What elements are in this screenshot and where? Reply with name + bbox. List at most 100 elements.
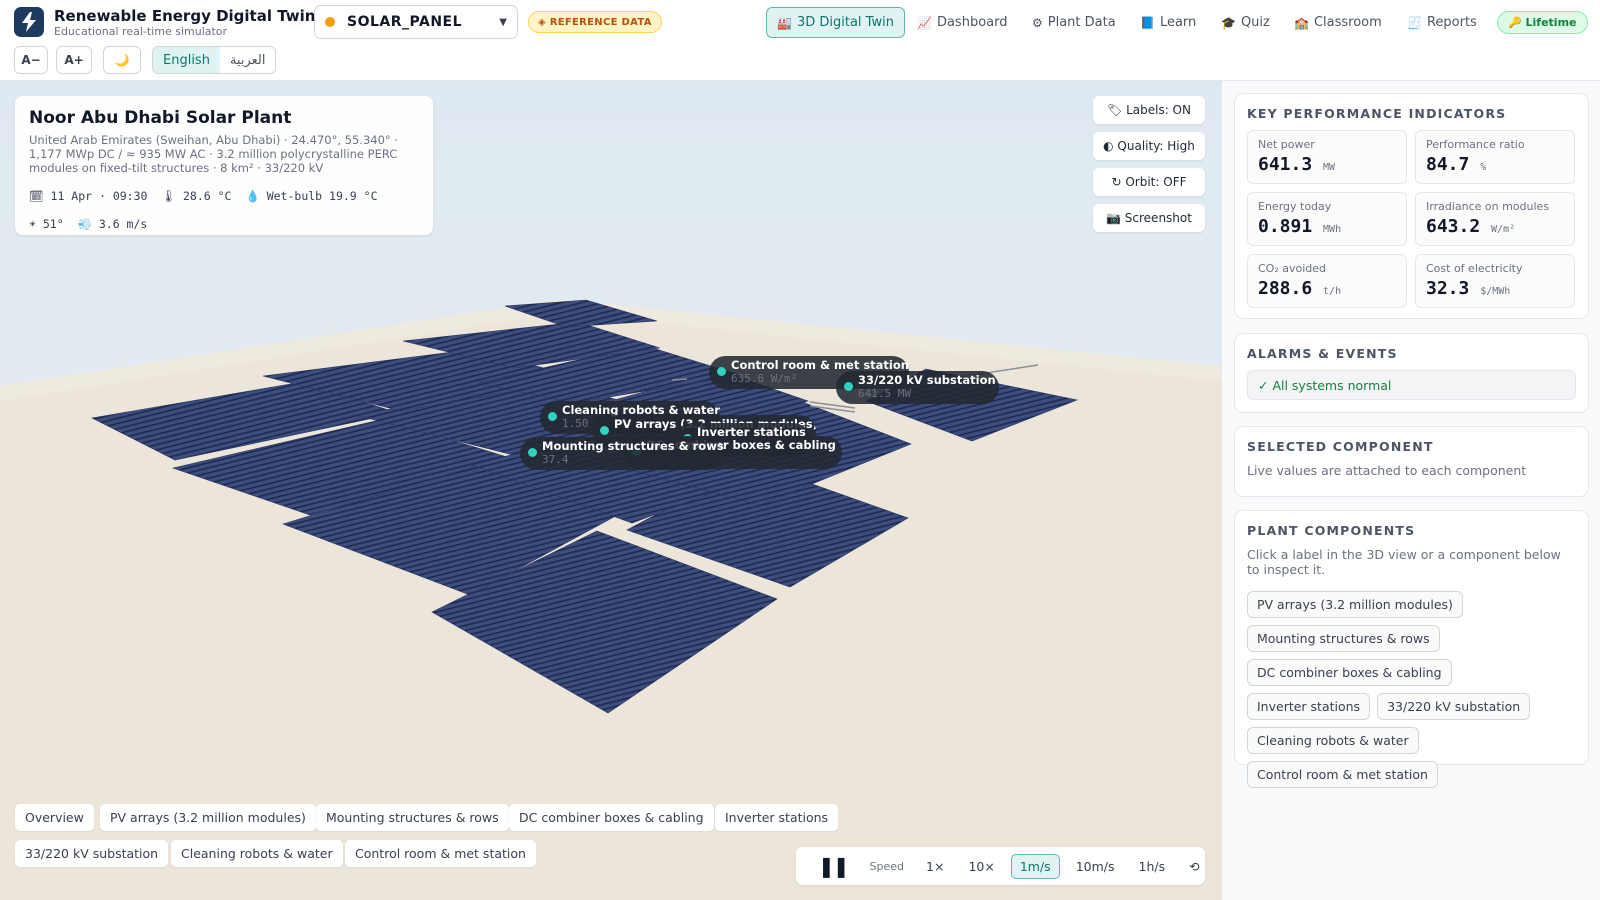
alarms-status: ✓ All systems normal (1247, 370, 1576, 400)
kpi-label: Energy today (1258, 200, 1332, 213)
nav-label: Quiz (1240, 15, 1270, 30)
chip-mounting-structures[interactable]: Mounting structures & rows (316, 804, 509, 831)
tag-mounting-structures[interactable]: Mounting structures & rows 37.4 (520, 437, 724, 470)
kpi-unit: $/MWh (1480, 286, 1511, 297)
kpi-title: KEY PERFORMANCE INDICATORS (1247, 106, 1507, 121)
speed-10x-button[interactable]: 10× (968, 859, 994, 874)
nav-quiz[interactable]: 🎓 Quiz (1221, 7, 1270, 38)
reference-data-badge: ◈ REFERENCE DATA (528, 11, 662, 33)
font-decrease-button[interactable]: A− (14, 46, 48, 74)
nav-dashboard[interactable]: 📈 Dashboard (917, 7, 1007, 38)
chip-control-room[interactable]: Control room & met station (345, 840, 536, 867)
kpi-label: Irradiance on modules (1426, 200, 1550, 213)
gear-icon: ⚙ (1032, 15, 1043, 30)
nav-learn[interactable]: 📘 Learn (1140, 7, 1196, 38)
tag-value: 641.5 MW (858, 387, 911, 400)
kpi-unit: W/m² (1491, 224, 1516, 235)
speed-10m-per-s-button[interactable]: 10m/s (1076, 859, 1115, 874)
chip-pv-arrays[interactable]: PV arrays (3.2 million modules) (100, 804, 316, 831)
simulation-time-controls: ❚❚ Speed 1× 10× 1m/s 10m/s 1h/s ⟲ (796, 847, 1205, 885)
sun-angle: ☀ 51° (29, 217, 64, 231)
chip-overview[interactable]: Overview (15, 804, 94, 831)
selected-component-text: Live values are attached to each compone… (1247, 463, 1527, 478)
component-substation[interactable]: 33/220 kV substation (1377, 693, 1531, 720)
dark-mode-toggle[interactable]: 🌙 (103, 46, 141, 74)
speed-label: Speed (869, 859, 904, 873)
kpi-unit: MWh (1323, 224, 1342, 235)
tag-dot-icon (528, 448, 537, 457)
chip-substation[interactable]: 33/220 kV substation (15, 840, 169, 867)
kpi-label: Cost of electricity (1426, 262, 1523, 275)
chip-cleaning-robots[interactable]: Cleaning robots & water (171, 840, 343, 867)
screenshot-button[interactable]: 📷 Screenshot (1093, 204, 1205, 232)
kpi-cost-of-electricity: Cost of electricity 32.3 $/MWh (1415, 254, 1575, 308)
speed-1m-per-s-button[interactable]: 1m/s (1010, 853, 1060, 879)
font-increase-button[interactable]: A+ (56, 46, 92, 74)
kpi-value: 0.891 (1258, 216, 1313, 237)
kpi-label: Performance ratio (1426, 138, 1525, 151)
bolt-logo-icon (14, 7, 44, 37)
component-control-room[interactable]: Control room & met station (1247, 761, 1438, 788)
selected-component-card: SELECTED COMPONENT Live values are attac… (1234, 426, 1589, 497)
status-dot-icon (325, 17, 335, 27)
chip-dc-combiner[interactable]: DC combiner boxes & cabling (509, 804, 714, 831)
speed-1x-button[interactable]: 1× (926, 859, 944, 874)
school-icon: 🏫 (1294, 15, 1309, 30)
component-list: PV arrays (3.2 million modules) Mounting… (1247, 591, 1576, 788)
tag-substation[interactable]: 33/220 kV substation 641.5 MW (836, 371, 999, 404)
pause-icon[interactable]: ❚❚ (818, 854, 849, 878)
kpi-label: CO₂ avoided (1258, 262, 1327, 275)
energy-source-selector[interactable]: SOLAR_PANEL ▼ (314, 5, 518, 39)
speed-1h-per-s-button[interactable]: 1h/s (1139, 859, 1166, 874)
moon-icon: 🌙 (114, 53, 130, 67)
nav-reports[interactable]: 🧾 Reports (1407, 7, 1477, 38)
wind-speed: 💨 3.6 m/s (77, 217, 148, 231)
plant-capacity-line: 1,177 MWp DC / ≈ 935 MW AC · 3.2 million… (29, 147, 398, 161)
chevron-down-icon: ▼ (499, 16, 507, 28)
kpi-irradiance: Irradiance on modules 643.2 W/m² (1415, 192, 1575, 246)
component-inverter-stations[interactable]: Inverter stations (1247, 693, 1371, 720)
kpi-energy-today: Energy today 0.891 MWh (1247, 192, 1407, 246)
kpi-value: 641.3 (1258, 154, 1313, 175)
quality-toggle-button[interactable]: ◐ Quality: High (1093, 132, 1205, 160)
nav-plant-data[interactable]: ⚙ Plant Data (1032, 7, 1116, 38)
plant-location-line: United Arab Emirates (Sweihan, Abu Dhabi… (29, 133, 398, 147)
tag-dot-icon (548, 412, 557, 421)
nav-label: Learn (1159, 15, 1197, 30)
receipt-icon: 🧾 (1407, 15, 1422, 30)
nav-label: Reports (1426, 15, 1477, 30)
chart-icon: 📈 (917, 15, 932, 30)
factory-icon: 🏭 (777, 15, 792, 30)
nav-3d-digital-twin[interactable]: 🏭 3D Digital Twin (766, 7, 905, 38)
selected-component-title: SELECTED COMPONENT (1247, 439, 1434, 454)
alarms-card: ALARMS & EVENTS ✓ All systems normal (1234, 333, 1589, 413)
selector-value: SOLAR_PANEL (347, 14, 463, 30)
lang-arabic-button[interactable]: العربية (220, 47, 276, 73)
app-header: Renewable Energy Digital Twin Educationa… (0, 0, 1600, 81)
kpi-performance-ratio: Performance ratio 84.7 % (1415, 130, 1575, 184)
kpi-value: 643.2 (1426, 216, 1481, 237)
plant-components-hint: Click a label in the 3D view or a compon… (1247, 547, 1561, 577)
lifetime-badge[interactable]: 🔑 Lifetime (1497, 11, 1588, 34)
reset-icon[interactable]: ⟲ (1189, 859, 1199, 874)
lang-english-button[interactable]: English (153, 47, 220, 73)
nav-label: Plant Data (1047, 15, 1116, 30)
temperature: 🌡 28.6 °C (161, 189, 232, 203)
orbit-toggle-button[interactable]: ↻ Orbit: OFF (1093, 168, 1205, 196)
kpi-unit: MW (1323, 162, 1336, 173)
labels-toggle-button[interactable]: 🏷 Labels: ON (1093, 96, 1205, 124)
nav-classroom[interactable]: 🏫 Classroom (1294, 7, 1382, 38)
component-mounting-structures[interactable]: Mounting structures & rows (1247, 625, 1440, 652)
language-switcher: English العربية (152, 46, 277, 74)
chip-inverter-stations[interactable]: Inverter stations (715, 804, 839, 831)
3d-viewport[interactable]: Noor Abu Dhabi Solar Plant United Arab E… (0, 81, 1221, 900)
plant-components-card: PLANT COMPONENTS Click a label in the 3D… (1234, 510, 1589, 788)
graduation-cap-icon: 🎓 (1221, 15, 1236, 30)
plant-info-card: Noor Abu Dhabi Solar Plant United Arab E… (15, 96, 433, 235)
nav-label: Classroom (1313, 15, 1382, 30)
component-pv-arrays[interactable]: PV arrays (3.2 million modules) (1247, 591, 1463, 618)
component-dc-combiner[interactable]: DC combiner boxes & cabling (1247, 659, 1452, 686)
component-cleaning-robots[interactable]: Cleaning robots & water (1247, 727, 1419, 754)
app-title: Renewable Energy Digital Twin (54, 7, 316, 25)
tag-dot-icon (844, 382, 853, 391)
